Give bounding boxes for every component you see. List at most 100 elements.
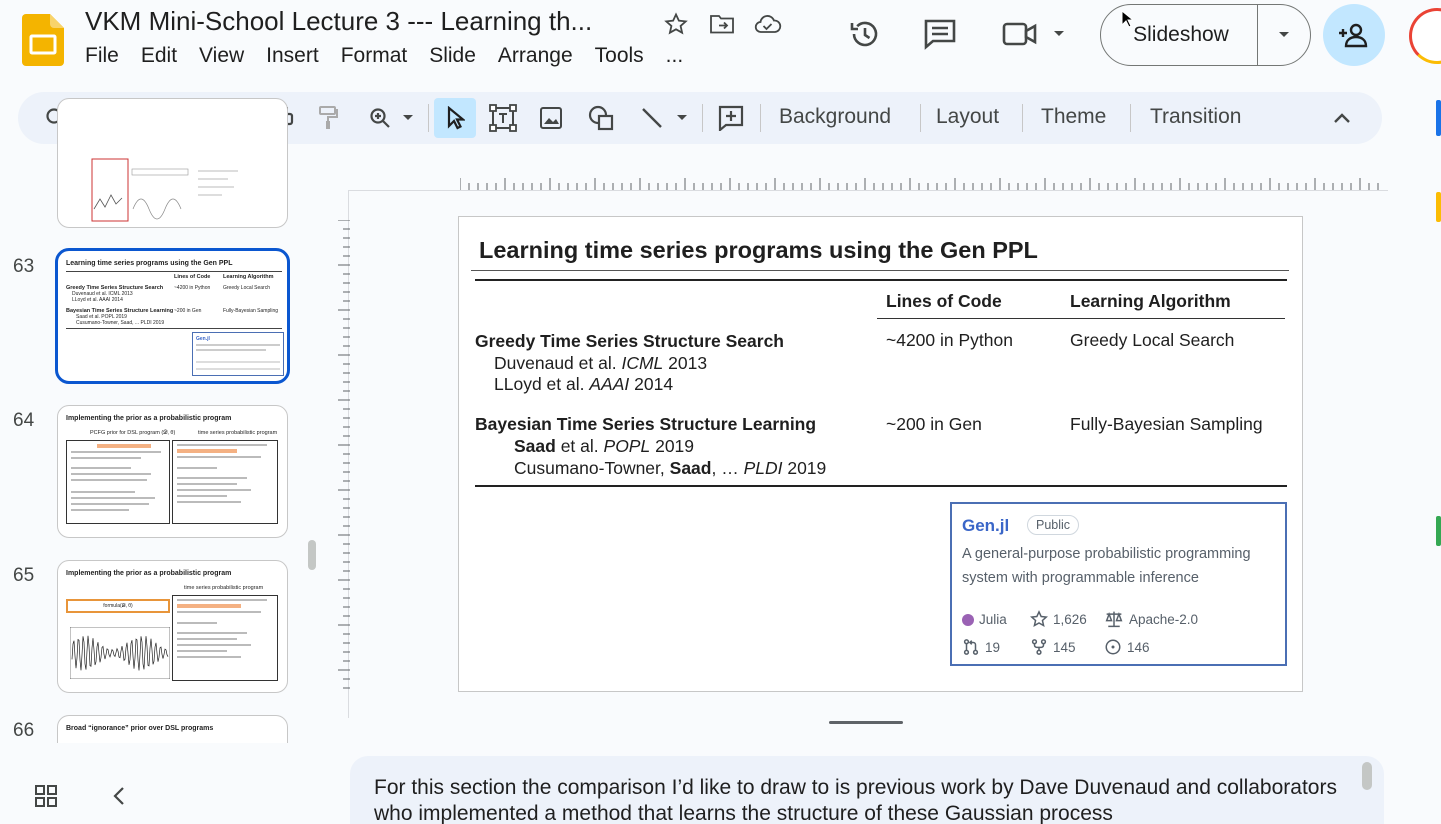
menu-file[interactable]: File bbox=[85, 44, 130, 68]
repo-visibility-badge: Public bbox=[1027, 515, 1080, 535]
collapse-filmstrip-chevron-left-icon[interactable] bbox=[108, 784, 132, 808]
slide-thumbnail-66[interactable]: Broad “ignorance” prior over DSL program… bbox=[57, 715, 288, 743]
menu-bar: File Edit View Insert Format Slide Arran… bbox=[85, 44, 694, 68]
slide-thumbnail-62[interactable] bbox=[57, 98, 288, 228]
side-panel-calendar-tab[interactable] bbox=[1436, 100, 1441, 136]
row2-learning-algorithm: Fully-Bayesian Sampling bbox=[1070, 414, 1263, 434]
thumbnail-code-left bbox=[66, 440, 170, 524]
menu-tools[interactable]: Tools bbox=[584, 44, 655, 68]
notes-resize-handle[interactable] bbox=[829, 721, 903, 724]
menu-more[interactable]: ... bbox=[655, 44, 695, 68]
avatar[interactable] bbox=[1409, 8, 1441, 64]
grid-view-icon[interactable] bbox=[34, 784, 58, 808]
share-button[interactable] bbox=[1323, 4, 1385, 66]
menu-slide[interactable]: Slide bbox=[418, 44, 487, 68]
thumbnail-title: Implementing the prior as a probabilisti… bbox=[66, 570, 232, 577]
slide-title[interactable]: Learning time series programs using the … bbox=[479, 237, 1038, 264]
shape-icon[interactable] bbox=[584, 102, 618, 134]
thumbnail-title: Learning time series programs using the … bbox=[66, 260, 233, 267]
thumbnail-row2-algo: Fully-Bayesian Sampling bbox=[223, 308, 279, 314]
thumbnail-row2-cite2: Cusumano-Towner, Saad, ... PLDI 2019 bbox=[76, 320, 165, 326]
collapse-toolbar-chevron-up-icon[interactable] bbox=[1326, 102, 1358, 134]
slide-number-63: 63 bbox=[13, 256, 35, 277]
thumbnail-row1-lines: ~4200 in Python bbox=[174, 285, 211, 291]
row1-citation-1: Duvenaud et al. ICML 2013 bbox=[494, 353, 708, 373]
transition-button[interactable]: Transition bbox=[1150, 105, 1241, 129]
menu-insert[interactable]: Insert bbox=[255, 44, 330, 68]
move-to-folder-icon[interactable] bbox=[706, 10, 738, 38]
select-tool-icon[interactable] bbox=[434, 98, 476, 138]
slide-number-65: 65 bbox=[13, 565, 35, 586]
cloud-saved-icon[interactable] bbox=[752, 10, 784, 38]
slideshow-options-chevron-icon[interactable] bbox=[1258, 30, 1310, 40]
insert-image-icon[interactable] bbox=[534, 102, 568, 134]
thumbnail-subtitle-right: time series probabilistic program bbox=[184, 585, 264, 591]
speaker-notes[interactable]: For this section the comparison I’d like… bbox=[350, 756, 1384, 824]
slide-thumbnail-63[interactable]: Learning time series programs using the … bbox=[55, 248, 290, 384]
star-icon[interactable] bbox=[660, 10, 692, 38]
thumbnail-title: Implementing the prior as a probabilisti… bbox=[66, 415, 232, 422]
pull-request-icon bbox=[963, 639, 979, 655]
fork-icon bbox=[1031, 639, 1047, 655]
thumbnail-repo-card: Gen.jl bbox=[192, 332, 284, 376]
row2-lines-of-code: ~200 in Gen bbox=[886, 414, 982, 434]
slides-editor: VKM Mini-School Lecture 3 --- Learning t… bbox=[0, 0, 1441, 824]
menu-arrange[interactable]: Arrange bbox=[487, 44, 584, 68]
menu-view[interactable]: View bbox=[188, 44, 255, 68]
side-panel-tasks-tab[interactable] bbox=[1436, 516, 1441, 546]
thumbnail-subtitle-left: PCFG prior for DSL program (𝓓, θ) bbox=[90, 430, 176, 436]
repo-stars: 1,626 bbox=[1030, 610, 1087, 628]
layout-button[interactable]: Layout bbox=[936, 105, 999, 129]
meet-call-button[interactable] bbox=[1002, 14, 1072, 54]
chevron-down-icon bbox=[403, 115, 413, 120]
row1-lines-of-code: ~4200 in Python bbox=[886, 330, 1013, 350]
theme-button[interactable]: Theme bbox=[1041, 105, 1106, 129]
line-tool-button[interactable] bbox=[636, 102, 692, 134]
repo-forks: 145 bbox=[1030, 638, 1076, 656]
notes-scrollbar[interactable] bbox=[1362, 762, 1372, 790]
repo-name: Gen.jl bbox=[962, 516, 1010, 535]
zoom-button[interactable] bbox=[362, 102, 420, 134]
horizontal-ruler bbox=[460, 178, 1379, 190]
repo-language: Julia bbox=[962, 612, 1007, 627]
repo-description: A general-purpose probabilistic programm… bbox=[962, 546, 1251, 586]
thumbnail-row1-cite2: LLoyd et al. AAAI 2014 bbox=[72, 297, 123, 303]
add-comment-icon[interactable] bbox=[714, 102, 748, 134]
menu-edit[interactable]: Edit bbox=[130, 44, 188, 68]
slide-thumbnail-62-preview bbox=[91, 158, 238, 222]
thumbnail-code-right bbox=[172, 440, 278, 524]
repo-pull-requests: 19 bbox=[962, 638, 1000, 656]
speaker-notes-text[interactable]: For this section the comparison I’d like… bbox=[374, 775, 1354, 824]
video-camera-icon bbox=[1002, 22, 1037, 46]
row2-citation-2: Cusumano-Towner, Saad, … PLDI 2019 bbox=[514, 458, 827, 478]
slides-logo-icon[interactable] bbox=[22, 14, 64, 66]
slide-thumbnail-64[interactable]: Implementing the prior as a probabilisti… bbox=[57, 405, 288, 538]
repo-card-image[interactable]: Gen.jl Public A general-purpose probabil… bbox=[950, 502, 1287, 666]
version-history-icon[interactable] bbox=[845, 14, 885, 54]
add-person-icon bbox=[1339, 23, 1368, 48]
filmstrip-scrollbar[interactable] bbox=[308, 540, 316, 570]
thumbnail-code-right bbox=[172, 595, 278, 681]
thumbnail-formula-box: formula(𝓓, θ) bbox=[66, 599, 170, 613]
chevron-down-icon bbox=[677, 115, 687, 120]
slide-thumbnail-65[interactable]: Implementing the prior as a probabilisti… bbox=[57, 560, 288, 693]
slide-number-64: 64 bbox=[13, 410, 35, 431]
comments-icon[interactable] bbox=[920, 14, 960, 54]
menu-format[interactable]: Format bbox=[330, 44, 419, 68]
chevron-down-icon bbox=[1054, 31, 1064, 36]
law-scale-icon bbox=[1105, 611, 1123, 628]
language-color-dot bbox=[962, 613, 974, 626]
thumbnail-title: Broad “ignorance” prior over DSL program… bbox=[66, 725, 214, 732]
background-button[interactable]: Background bbox=[779, 105, 891, 129]
row1-learning-algorithm: Greedy Local Search bbox=[1070, 330, 1235, 350]
slide-number-66: 66 bbox=[13, 720, 35, 741]
thumbnail-col-algo: Learning Algorithm bbox=[223, 274, 274, 280]
text-box-icon[interactable] bbox=[486, 102, 520, 134]
paint-format-icon[interactable] bbox=[312, 102, 344, 134]
document-title[interactable]: VKM Mini-School Lecture 3 --- Learning t… bbox=[85, 6, 592, 37]
row2-citation-1: Saad et al. POPL 2019 bbox=[514, 436, 695, 456]
vertical-ruler bbox=[338, 220, 350, 689]
side-panel-keep-tab[interactable] bbox=[1436, 192, 1441, 222]
thumbnail-subtitle-right: time series probabilistic program bbox=[198, 430, 278, 436]
current-slide[interactable]: Learning time series programs using the … bbox=[458, 216, 1303, 692]
